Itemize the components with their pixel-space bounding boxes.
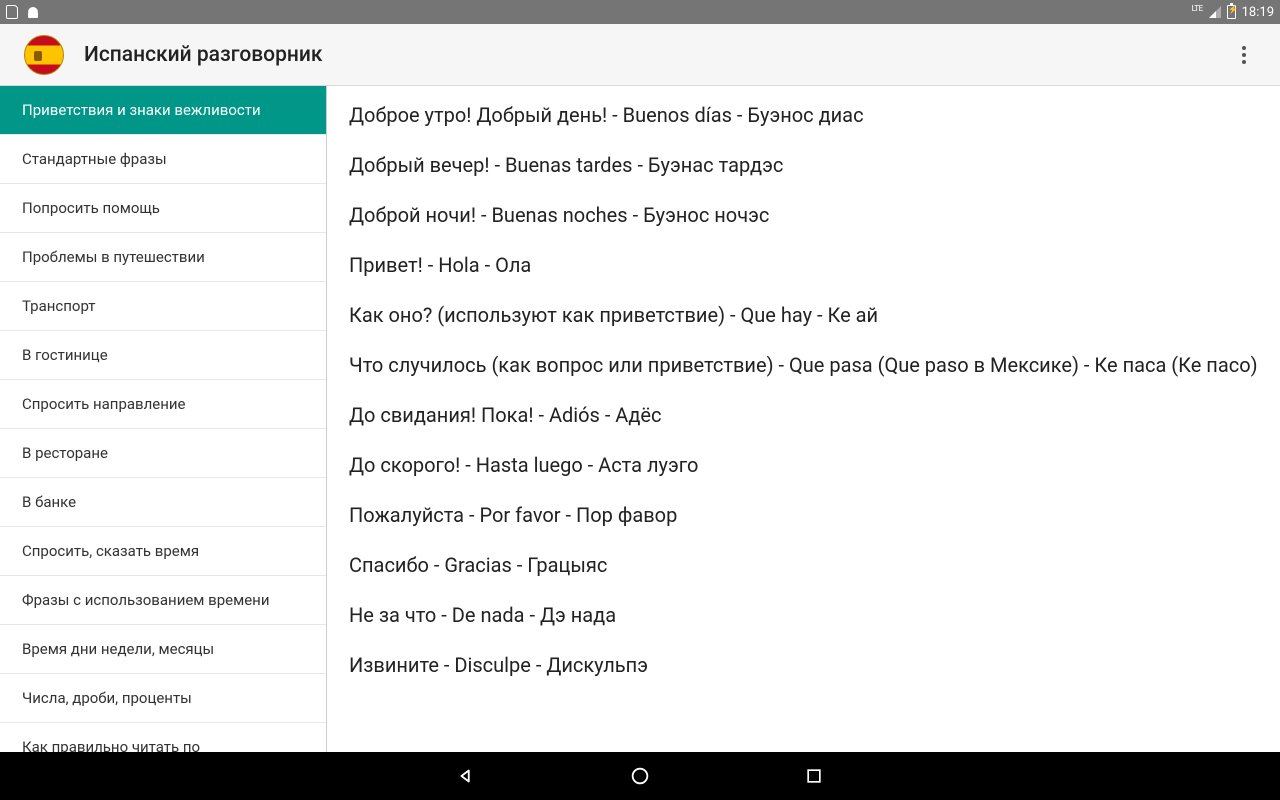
- phrase-item[interactable]: Добрый вечер! - Buenas tardes - Буэнас т…: [349, 152, 1258, 178]
- phrase-item[interactable]: Доброй ночи! - Buenas noches - Буэнос но…: [349, 202, 1258, 228]
- signal-icon: [1209, 6, 1221, 18]
- sidebar-item[interactable]: Числа, дроби, проценты: [0, 674, 326, 723]
- phrase-item[interactable]: Привет! - Hola - Ола: [349, 252, 1258, 278]
- phrase-item[interactable]: Спасибо - Gracias - Грацыяс: [349, 552, 1258, 578]
- sidebar-item[interactable]: Транспорт: [0, 282, 326, 331]
- status-time: 18:19: [1242, 5, 1274, 20]
- spain-flag-icon: [24, 35, 64, 75]
- sidebar-item[interactable]: Время дни недели, месяцы: [0, 625, 326, 674]
- app-bar: Испанский разговорник: [0, 24, 1280, 86]
- phrase-item[interactable]: Как оно? (используют как приветствие) - …: [349, 302, 1258, 328]
- status-right: LTE 18:19: [1192, 5, 1274, 20]
- status-left: [6, 5, 40, 19]
- sidebar-item[interactable]: В гостинице: [0, 331, 326, 380]
- phrase-item[interactable]: Что случилось (как вопрос или приветстви…: [349, 352, 1258, 378]
- sd-card-icon: [6, 5, 18, 19]
- recents-button[interactable]: [802, 764, 826, 788]
- sidebar-item[interactable]: Спросить направление: [0, 380, 326, 429]
- phrase-item[interactable]: Доброе утро! Добрый день! - Buenos días …: [349, 102, 1258, 128]
- sidebar-item[interactable]: Как правильно читать по: [0, 723, 326, 752]
- phrase-item[interactable]: Пожалуйста - Por favor - Пор фавор: [349, 502, 1258, 528]
- navigation-bar: [0, 752, 1280, 800]
- body: Приветствия и знаки вежливостиСтандартны…: [0, 86, 1280, 752]
- sidebar-item[interactable]: Стандартные фразы: [0, 135, 326, 184]
- app-title: Испанский разговорник: [84, 43, 1224, 67]
- phrase-item[interactable]: Извините - Disculpe - Дискульпэ: [349, 652, 1258, 678]
- content-area[interactable]: Доброе утро! Добрый день! - Buenos días …: [327, 86, 1280, 752]
- back-button[interactable]: [454, 764, 478, 788]
- phrase-item[interactable]: До скорого! - Hasta luego - Аста луэго: [349, 452, 1258, 478]
- android-debug-icon: [26, 5, 40, 19]
- sidebar-item[interactable]: Фразы с использованием времени: [0, 576, 326, 625]
- sidebar-item[interactable]: В ресторане: [0, 429, 326, 478]
- overflow-menu-button[interactable]: [1224, 35, 1264, 75]
- more-vert-icon: [1242, 46, 1246, 64]
- battery-charging-icon: [1227, 5, 1236, 19]
- sidebar-item[interactable]: Попросить помощь: [0, 184, 326, 233]
- sidebar-item[interactable]: Спросить, сказать время: [0, 527, 326, 576]
- sidebar-item[interactable]: Приветствия и знаки вежливости: [0, 86, 326, 135]
- status-bar: LTE 18:19: [0, 0, 1280, 24]
- sidebar[interactable]: Приветствия и знаки вежливостиСтандартны…: [0, 86, 327, 752]
- sidebar-item[interactable]: В банке: [0, 478, 326, 527]
- home-button[interactable]: [628, 764, 652, 788]
- sidebar-item[interactable]: Проблемы в путешествии: [0, 233, 326, 282]
- phrase-item[interactable]: До свидания! Пока! - Adiós - Адёс: [349, 402, 1258, 428]
- lte-icon: LTE: [1192, 4, 1203, 13]
- phrase-item[interactable]: Не за что - De nada - Дэ нада: [349, 602, 1258, 628]
